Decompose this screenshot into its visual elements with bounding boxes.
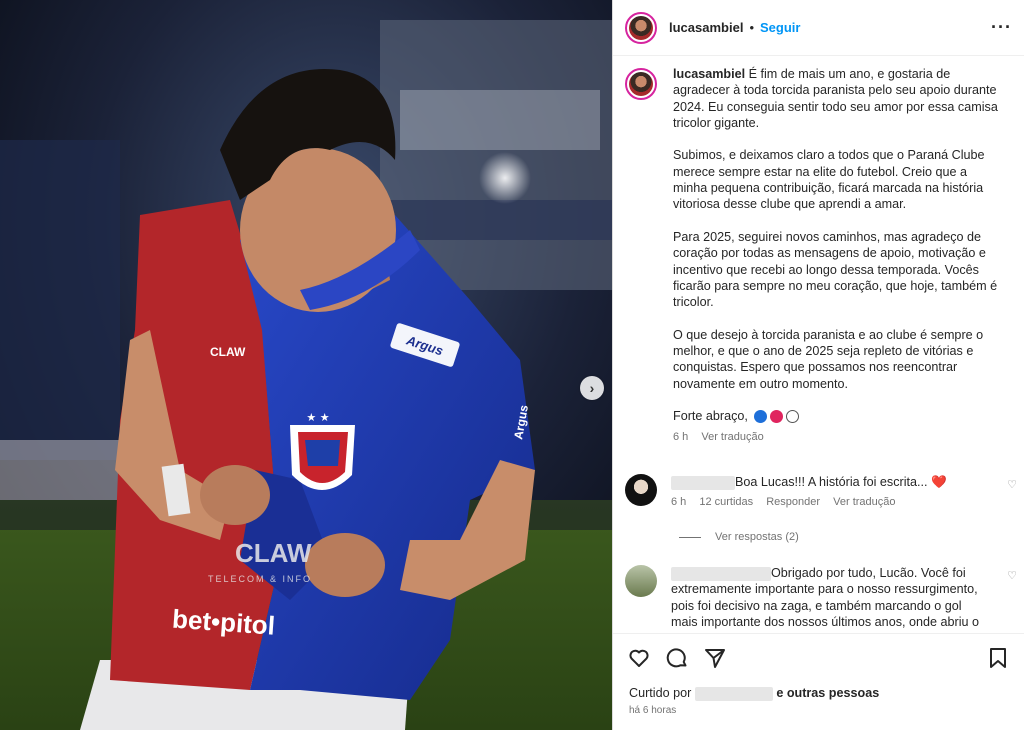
red-heart-emoji: ❤️ [931,475,947,489]
post-caption: lucasambiel É fim de mais um ano, e gost… [625,66,1005,445]
caption-time: 6 h [673,430,689,443]
next-image-button[interactable]: › [580,376,604,400]
caption-avatar[interactable] [625,68,657,100]
post-header: lucasambiel • Seguir ··· [613,0,1024,56]
blue-heart-icon [754,410,768,424]
redacted-username [671,566,771,581]
caption-closing: Forte abraço, [673,409,748,424]
replies-divider [679,536,701,538]
comment-1-reply[interactable]: Responder [766,496,820,508]
svg-text:★ ★: ★ ★ [306,411,329,424]
caption-username[interactable]: lucasambiel [673,67,745,81]
liked-by-prefix: Curtido por [629,686,692,700]
share-send-icon[interactable] [703,646,727,670]
caption-meta: 6 h Ver tradução [673,429,1003,445]
author-avatar[interactable] [625,11,657,44]
comment-2: Obrigado por tudo, Lucão. Você foi extre… [625,565,1017,633]
follow-button[interactable]: Seguir [760,20,800,35]
caption-paragraph-2: Subimos, e deixamos claro a todos que o … [673,148,985,212]
comment-1-likes[interactable]: 12 curtidas [699,496,753,508]
caption-paragraph-3: Para 2025, seguirei novos caminhos, mas … [673,229,998,310]
mid-sponsor: CLAW [235,538,312,568]
post-time[interactable]: há 6 horas [629,705,676,716]
sub-sponsor: TELECOM & INFO [208,574,312,584]
comment-1-translate[interactable]: Ver tradução [833,496,895,508]
heart-emojis [754,410,800,424]
mid-sponsor-small: CLAW [210,345,246,359]
player-photo: ★ ★ Argus Argus CLAW TELECOM & INFO bet•… [0,0,612,730]
liked-by-suffix[interactable]: e outras pessoas [776,686,879,700]
comment-1-like-icon[interactable]: ♡ [1007,478,1017,491]
white-heart-icon [786,410,800,424]
redacted-username [671,475,735,490]
caption-translate-link[interactable]: Ver tradução [701,431,763,443]
comment-1-text: Boa Lucas!!! A história foi escrita... [735,475,928,489]
view-replies-label[interactable]: Ver respostas (2) [715,531,799,543]
separator-dot: • [749,20,754,35]
post-photo: ★ ★ Argus Argus CLAW TELECOM & INFO bet•… [0,0,612,730]
like-heart-icon[interactable] [627,646,651,670]
comment-1-avatar[interactable] [625,474,657,506]
comment-2-avatar[interactable] [625,565,657,597]
more-options-icon[interactable]: ··· [991,17,1012,38]
post-side-panel: lucasambiel • Seguir ··· lucasambiel É f… [612,0,1024,730]
comment-1-time: 6 h [671,496,687,509]
comment-bubble-icon[interactable] [665,646,689,670]
red-heart-icon [770,410,784,424]
author-username[interactable]: lucasambiel [669,20,743,35]
comment-2-like-icon[interactable]: ♡ [1007,569,1017,582]
view-replies[interactable]: Ver respostas (2) [679,531,799,543]
comment-1: Boa Lucas!!! A história foi escrita... ❤… [625,474,1017,511]
post-actions: Curtido por e outras pessoas há 6 horas [613,633,1024,731]
redacted-username [694,686,773,701]
comment-1-meta: 6 h 12 curtidas Responder Ver tradução [671,494,981,510]
bookmark-save-icon[interactable] [986,646,1010,670]
liked-by: Curtido por e outras pessoas [629,686,879,701]
caption-paragraph-4: O que desejo à torcida paranista e ao cl… [673,327,984,391]
